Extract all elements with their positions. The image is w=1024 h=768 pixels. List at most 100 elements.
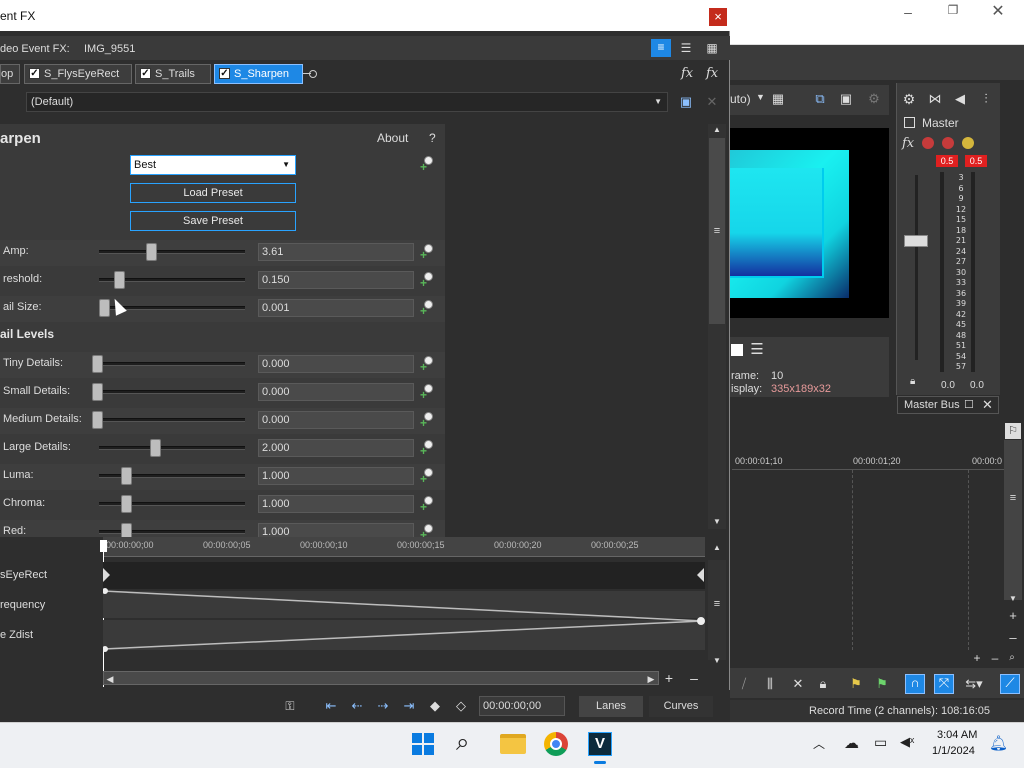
main-hzoom-plus-icon[interactable]: +: [970, 650, 984, 666]
copy-icon[interactable]: ⧉: [812, 91, 828, 107]
snap-icon[interactable]: ∩: [905, 674, 925, 694]
region-icon[interactable]: ⚑: [874, 676, 890, 692]
about-link[interactable]: About: [377, 131, 408, 145]
kf-hscroll-right-icon[interactable]: ▶: [645, 671, 657, 687]
curves-tab[interactable]: Curves: [649, 696, 713, 717]
add-keyframe-icon[interactable]: ◆: [427, 698, 443, 714]
detail-param-slider-thumb[interactable]: [150, 439, 161, 457]
first-keyframe-icon[interactable]: ⇤: [323, 698, 339, 714]
chrome-icon[interactable]: [544, 732, 568, 756]
kf-track-label[interactable]: requency: [0, 599, 45, 611]
grid-icon[interactable]: ▦: [770, 91, 786, 107]
chain-tab-flyseyerect[interactable]: ✓ S_FlysEyeRect: [24, 64, 132, 84]
kf-scroll-grip-icon[interactable]: ≡: [709, 596, 725, 612]
menu-icon[interactable]: ☰: [749, 342, 765, 358]
detail-param-slider-track[interactable]: [99, 418, 245, 422]
detail-param-value-field[interactable]: 0.000: [258, 355, 414, 373]
detail-param-slider-thumb[interactable]: [92, 411, 103, 429]
detail-param-slider-track[interactable]: [99, 390, 245, 394]
last-keyframe-icon[interactable]: ⇥: [401, 698, 417, 714]
detail-param-slider-thumb[interactable]: [92, 383, 103, 401]
kf-scroll-down-icon[interactable]: ▼: [709, 653, 725, 669]
param-value-field[interactable]: 0.001: [258, 299, 414, 317]
param-keyframe-icon[interactable]: +: [420, 244, 434, 262]
clock-time[interactable]: 3:04 AM: [937, 729, 977, 741]
lanes-tab[interactable]: Lanes: [579, 696, 643, 717]
detail-param-slider-track[interactable]: [99, 446, 245, 450]
save-snapshot-icon[interactable]: ▣: [838, 91, 854, 107]
fader-thumb[interactable]: [904, 235, 928, 247]
stop-icon[interactable]: [731, 344, 743, 356]
time-field[interactable]: 00:00:00;00: [479, 696, 565, 716]
load-preset-button[interactable]: Load Preset: [130, 183, 296, 203]
auto-crossfade-icon[interactable]: ⟋: [1000, 674, 1020, 694]
help-button[interactable]: ?: [429, 131, 436, 145]
chain-tab-sharpen[interactable]: ✓ S_Sharpen: [214, 64, 303, 84]
detail-param-value-field[interactable]: 1.000: [258, 495, 414, 513]
param-slider-thumb[interactable]: [99, 299, 110, 317]
main-scroll-grip-icon[interactable]: ≡: [1005, 490, 1021, 506]
param-slider-thumb[interactable]: [146, 243, 157, 261]
marker-yellow-icon[interactable]: ⚑: [848, 676, 864, 692]
kf-start-marker[interactable]: [103, 568, 110, 582]
param-slider-track[interactable]: [99, 250, 245, 254]
quality-keyframe-icon[interactable]: +: [420, 156, 434, 174]
bus-mute-icon[interactable]: [942, 137, 954, 149]
speaker-icon[interactable]: ◀: [952, 91, 968, 107]
detail-param-slider-thumb[interactable]: [121, 495, 132, 513]
param-keyframe-icon[interactable]: +: [420, 300, 434, 318]
file-explorer-icon[interactable]: [500, 734, 526, 754]
start-icon[interactable]: [412, 733, 434, 755]
param-value-field[interactable]: 3.61: [258, 243, 414, 261]
main-hzoom-minus-icon[interactable]: –: [988, 650, 1002, 666]
bus-close-icon[interactable]: ✕: [982, 397, 993, 413]
notification-icon[interactable]: 🔔︎: [989, 734, 1008, 752]
marker-icon[interactable]: ⚐: [1005, 423, 1021, 439]
lock-events-icon[interactable]: 🔒︎: [815, 676, 831, 692]
minimize-icon[interactable]: –: [900, 4, 916, 20]
master-bus-tab[interactable]: Master Bus ☐ ✕: [897, 396, 999, 414]
undock-icon[interactable]: ☐: [964, 398, 974, 411]
network-icon[interactable]: ▭: [874, 734, 887, 751]
kf-point-1[interactable]: [103, 588, 108, 594]
volume-icon[interactable]: ◀ˣ: [900, 734, 914, 750]
fx-close-button[interactable]: ×: [709, 8, 727, 26]
detail-param-value-field[interactable]: 0.000: [258, 411, 414, 429]
sharpen-checkbox[interactable]: ✓: [219, 68, 230, 79]
detail-param-keyframe-icon[interactable]: +: [420, 356, 434, 374]
detail-param-slider-thumb[interactable]: [121, 467, 132, 485]
save-preset-button[interactable]: Save Preset: [130, 211, 296, 231]
detail-param-value-field[interactable]: 1.000: [258, 467, 414, 485]
tray-chevron-icon[interactable]: ︿: [813, 735, 825, 752]
trails-checkbox[interactable]: ✓: [140, 68, 151, 79]
main-zoom-plus-icon[interactable]: +: [1005, 608, 1021, 624]
main-zoom-minus-icon[interactable]: –: [1005, 630, 1021, 646]
add-fx-icon[interactable]: fx: [681, 66, 693, 81]
maximize-icon[interactable]: ❐: [945, 3, 961, 17]
kf-end-marker[interactable]: [697, 568, 704, 582]
grid-view-icon[interactable]: ▦: [704, 40, 720, 56]
clock-date[interactable]: 1/1/2024: [932, 745, 975, 757]
trim-icon[interactable]: ⫼: [762, 676, 778, 692]
ripple-mode-icon[interactable]: ⇆▾: [963, 676, 985, 692]
search-icon[interactable]: ⌕: [456, 730, 480, 756]
prev-keyframe-icon[interactable]: ⇠: [349, 698, 365, 714]
kf-scroll-up-icon[interactable]: ▲: [709, 540, 725, 556]
bus-solo-icon[interactable]: [962, 137, 974, 149]
playhead[interactable]: [100, 540, 107, 552]
kf-point-2[interactable]: [103, 646, 108, 652]
sync-cursor-icon[interactable]: ⚿: [282, 698, 298, 714]
detail-view-icon[interactable]: ☰: [678, 40, 694, 56]
bus-fx-icon[interactable]: [922, 137, 934, 149]
fx-icon[interactable]: fx: [902, 136, 914, 151]
kf-zoom-in-icon[interactable]: +: [661, 670, 677, 686]
kf-zoom-out-icon[interactable]: –: [686, 670, 702, 686]
kf-hscroll[interactable]: [103, 671, 659, 685]
detail-param-value-field[interactable]: 2.000: [258, 439, 414, 457]
detail-param-keyframe-icon[interactable]: +: [420, 468, 434, 486]
delete-keyframe-icon[interactable]: ◇: [453, 698, 469, 714]
detail-param-keyframe-icon[interactable]: +: [420, 384, 434, 402]
lock-icon[interactable]: 🔒︎: [910, 376, 915, 387]
param-value-field[interactable]: 0.150: [258, 271, 414, 289]
onedrive-icon[interactable]: ☁: [844, 734, 859, 752]
